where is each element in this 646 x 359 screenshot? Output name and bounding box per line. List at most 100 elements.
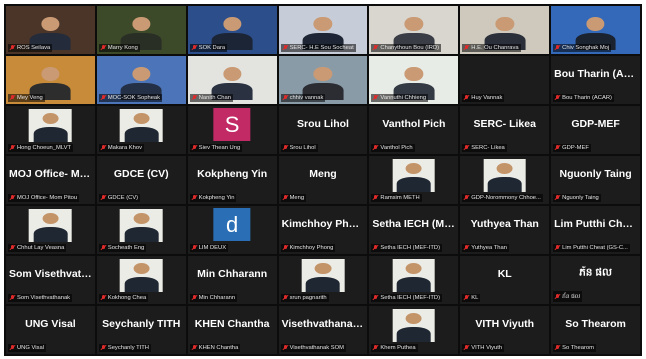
participant-tile-setha-iech-mef-itd[interactable]: Setha IECH (ME... Setha IECH (MEF-ITD) [369, 206, 459, 254]
participant-tile-mey-veng[interactable]: Mey Veng [6, 56, 95, 104]
participant-tile-ros-seilava[interactable]: ROS Seilava [6, 6, 95, 54]
participant-name-label: Seychanly TITH [98, 344, 151, 352]
participant-tile-vannuthi-chhieng[interactable]: Vannuthi Chhieng [369, 56, 459, 104]
participant-tile-seychanly-tith[interactable]: Seychanly TITH Seychanly TITH [96, 306, 186, 354]
profile-photo [483, 158, 527, 192]
participant-name: Marry Kong [107, 45, 138, 51]
participant-tile-yuthyea-than[interactable]: Yuthyea Than Yuthyea Than [460, 206, 550, 254]
participant-tile-khen-chantha[interactable]: KHEN Chantha KHEN Chantha [187, 306, 277, 354]
participant-name-label: SOK Dara [189, 44, 228, 52]
participant-tile-ung-visal[interactable]: UNG Visal UNG Visal [6, 306, 95, 354]
participant-name-label: Hong Choeun_MLVT [8, 144, 74, 152]
participant-tile-chhut-lay-veasna[interactable]: Chhut Lay Veasna [6, 206, 95, 254]
participant-tile-gdp-mef[interactable]: GDP-MEF GDP-MEF [551, 106, 640, 154]
participant-name: srun pagnarith [289, 295, 327, 301]
participant-tile-kimchhoy-phong[interactable]: Kimchhoy Phong Kimchhoy Phong [278, 206, 368, 254]
participant-tile-lim-deux[interactable]: d LIM DEUX [187, 206, 277, 254]
participant-tile-srou-lihol[interactable]: Srou Lihol Srou Lihol [278, 106, 368, 154]
participant-tile-huy-vannak[interactable]: Huy Vannak [460, 56, 550, 104]
participant-tile-gdce-cv[interactable]: GDCE (CV) GDCE (CV) [96, 156, 186, 204]
participant-name: H.E. Ou Chanrava [471, 45, 519, 51]
participant-name: KL [471, 295, 479, 301]
participant-name-label: Kimchhoy Phong [280, 244, 336, 252]
muted-microphone-icon [101, 95, 106, 101]
participant-name-label: Kokpheng Yin [189, 194, 237, 202]
participant-name-label: Kokhong Chea [98, 294, 149, 302]
participant-display-name: ភ័ន ផល [579, 266, 613, 279]
participant-display-name: Meng [309, 168, 337, 181]
participant-tile-participant[interactable]: ភ័ន ផល ភ័ន ផល [551, 256, 640, 304]
participant-tile-kl[interactable]: KL KL [460, 256, 550, 304]
participant-name-label: KL [462, 294, 481, 302]
muted-microphone-icon [192, 345, 197, 351]
participant-tile-siev-thean-ung[interactable]: S Siev Thean Ung [187, 106, 277, 154]
participant-name-label: SERC- H.E Sou Socheat [280, 44, 356, 52]
participant-display-name: VITH Viyuth [475, 318, 535, 331]
muted-microphone-icon [192, 245, 197, 251]
muted-microphone-icon [373, 95, 378, 101]
muted-microphone-icon [373, 195, 378, 201]
participant-display-name: Nguonly Taing [559, 168, 632, 181]
participant-name-label: MOJ Office- Mom Pitou [8, 194, 80, 202]
participant-tile-nguonly-taing[interactable]: Nguonly Taing Nguonly Taing [551, 156, 640, 204]
avatar: d [213, 208, 251, 242]
muted-microphone-icon [101, 245, 106, 251]
participant-tile-vanthol-pich[interactable]: Vanthol Pich Vanthol Pich [369, 106, 459, 154]
participant-name-label: Setha IECH (MEF-ITD) [371, 294, 443, 302]
participant-name: LIM DEUX [198, 245, 227, 251]
participant-name: Kokhong Chea [107, 295, 147, 301]
participant-tile-gdp-norommony-chhoe[interactable]: GDP-Norommony Chhoe... [460, 156, 550, 204]
participant-name-label: Nguonly Taing [553, 194, 601, 202]
participant-tile-socheath-eng[interactable]: Socheath Eng [96, 206, 186, 254]
participant-tile-meng[interactable]: Meng Meng [278, 156, 368, 204]
participant-tile-visethvathanak-som[interactable]: Visethvathanak... Visethvathanak SOM [278, 306, 368, 354]
participant-tile-sok-dara[interactable]: SOK Dara [187, 6, 277, 54]
participant-name: Visethvathanak SOM [289, 345, 344, 351]
participant-tile-chanythoun-bou-ird[interactable]: Chanythoun Bou (IRD) [369, 6, 459, 54]
participant-display-name: KHEN Chantha [194, 318, 270, 331]
participant-name-label: Som Visethvathanak [8, 294, 73, 302]
participant-display-name: GDCE (CV) [113, 168, 169, 181]
participant-tile-moj-office-mom-pitou[interactable]: MOJ Office- Mo... MOJ Office- Mom Pitou [6, 156, 95, 204]
participant-tile-marry-kong[interactable]: Marry Kong [96, 6, 186, 54]
participant-tile-h-e-ou-chanrava[interactable]: H.E. Ou Chanrava [460, 6, 550, 54]
muted-microphone-icon [192, 95, 197, 101]
participant-tile-chhiv-vannak[interactable]: chhiv vannak [278, 56, 368, 104]
participant-tile-chiv-songhak-moj[interactable]: Chiv Songhak Moj [551, 6, 640, 54]
participant-tile-kokhong-chea[interactable]: Kokhong Chea [96, 256, 186, 304]
participant-tile-khem-puthea[interactable]: Khem Puthea [369, 306, 459, 354]
participant-display-name: Visethvathanak... [281, 318, 368, 331]
participant-tile-ramsim-meth[interactable]: Ramsim METH [369, 156, 459, 204]
participant-tile-setha-iech-mef-itd[interactable]: Setha IECH (MEF-ITD) [369, 256, 459, 304]
participant-display-name: Lim Putthi Chea... [554, 218, 640, 231]
participant-tile-nanith-chan[interactable]: Nanith Chan [187, 56, 277, 104]
participant-display-name: Setha IECH (ME... [372, 218, 459, 231]
participant-tile-so-thearom[interactable]: So Thearom So Thearom [551, 306, 640, 354]
participant-name: Chanythoun Bou (IRD) [380, 45, 440, 51]
participant-name: Kokpheng Yin [198, 195, 235, 201]
participant-tile-hong-choeun-mlvt[interactable]: Hong Choeun_MLVT [6, 106, 95, 154]
participant-tile-bou-tharin-acar[interactable]: Bou Tharin (AC... Bou Tharin (ACAR) [551, 56, 640, 104]
participant-tile-som-visethvathanak[interactable]: Som Visethvath... Som Visethvathanak [6, 256, 95, 304]
participant-tile-srun-pagnarith[interactable]: srun pagnarith [278, 256, 368, 304]
participant-name-label: Ramsim METH [371, 194, 422, 202]
participant-name-label: GDCE (CV) [98, 194, 141, 202]
muted-microphone-icon [555, 293, 560, 300]
participant-tile-serc-likea[interactable]: SERC- Likea SERC- Likea [460, 106, 550, 154]
participant-name: Min Chharann [198, 295, 236, 301]
participant-display-name: So Thearom [565, 318, 626, 331]
participant-tile-serc-h-e-sou-socheat[interactable]: SERC- H.E Sou Socheat [278, 6, 368, 54]
participant-tile-vith-viyuth[interactable]: VITH Viyuth VITH Viyuth [460, 306, 550, 354]
participant-tile-kokpheng-yin[interactable]: Kokpheng Yin Kokpheng Yin [187, 156, 277, 204]
muted-microphone-icon [464, 45, 469, 51]
participant-tile-lim-putthi-cheat-gs-c[interactable]: Lim Putthi Chea... Lim Putthi Cheat (GS-C… [551, 206, 640, 254]
participant-tile-moc-sok-sopheak[interactable]: MOC-SOK Sopheak [96, 56, 186, 104]
participant-name: Khem Puthea [380, 345, 416, 351]
profile-photo [392, 258, 436, 292]
participant-name: So Thearom [562, 345, 594, 351]
participant-display-name: SERC- Likea [473, 118, 536, 131]
participant-name: SERC- Likea [471, 145, 505, 151]
muted-microphone-icon [373, 45, 378, 51]
participant-tile-makara-khov[interactable]: Makara Khov [96, 106, 186, 154]
participant-tile-min-chharann[interactable]: Min Chharann Min Chharann [187, 256, 277, 304]
